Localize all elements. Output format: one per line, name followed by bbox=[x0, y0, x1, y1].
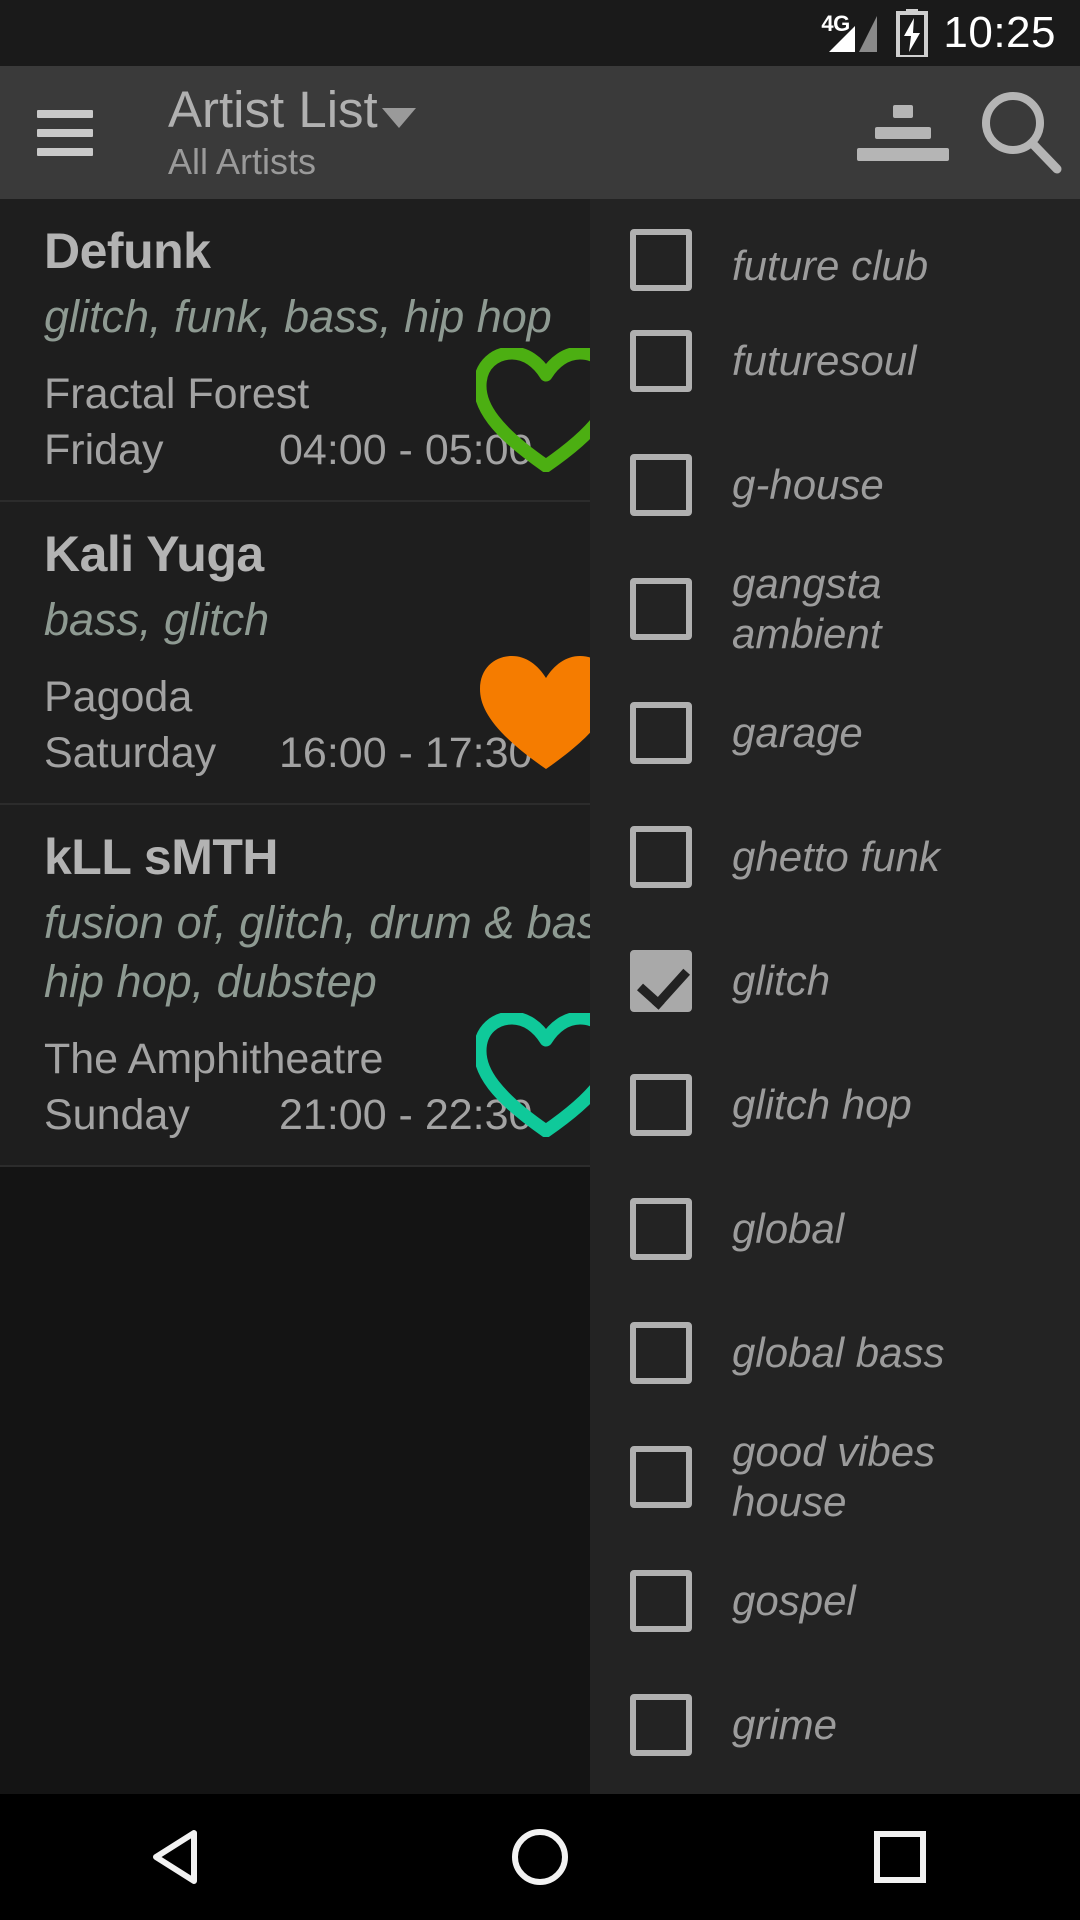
genre-label: ghetto funk bbox=[732, 833, 940, 880]
hamburger-line bbox=[37, 109, 93, 118]
phone-screen: 4G 10:25 Artist List All Artists Defunk … bbox=[0, 0, 1080, 1920]
genre-filter-item[interactable]: future club bbox=[590, 199, 1080, 299]
genre-filter-item[interactable]: global bass bbox=[590, 1291, 1080, 1415]
genre-filter-item[interactable]: g-house bbox=[590, 423, 1080, 547]
circle-home-icon bbox=[512, 1829, 568, 1885]
genre-checkbox[interactable] bbox=[630, 950, 692, 1012]
genre-checkbox[interactable] bbox=[630, 1570, 692, 1632]
battery-charging-icon bbox=[895, 9, 929, 59]
genre-filter-item[interactable]: global bbox=[590, 1167, 1080, 1291]
genre-checkbox[interactable] bbox=[630, 826, 692, 888]
genre-checkbox[interactable] bbox=[630, 1694, 692, 1756]
artist-show-row: Pagoda Saturday 16:00 - 17:30 bbox=[44, 656, 676, 781]
genre-label: glitch hop bbox=[732, 1081, 912, 1128]
filter-line-mid bbox=[875, 126, 931, 139]
genre-label: futuresoul bbox=[732, 337, 917, 384]
genre-checkbox[interactable] bbox=[630, 702, 692, 764]
artist-name: Kali Yuga bbox=[44, 526, 264, 582]
app-bar-title-block[interactable]: Artist List All Artists bbox=[120, 80, 844, 184]
title-row[interactable]: Artist List bbox=[168, 80, 844, 138]
square-recents-icon bbox=[874, 1831, 926, 1883]
page-subtitle: All Artists bbox=[168, 140, 317, 182]
status-bar: 4G 10:25 bbox=[0, 0, 1080, 66]
artist-show-row: Fractal Forest Friday 04:00 - 05:00 bbox=[44, 348, 676, 478]
genre-checkbox[interactable] bbox=[630, 330, 692, 392]
genre-checkbox[interactable] bbox=[630, 1074, 692, 1136]
genre-filter-item[interactable]: gospel bbox=[590, 1539, 1080, 1663]
app-bar: Artist List All Artists bbox=[0, 66, 1080, 199]
hamburger-line bbox=[37, 147, 93, 156]
genre-label: g-house bbox=[732, 461, 884, 508]
genre-label: gospel bbox=[732, 1577, 856, 1624]
artist-name: kLL sMTH bbox=[44, 829, 279, 885]
genre-checkbox[interactable] bbox=[630, 229, 692, 291]
genre-checkbox[interactable] bbox=[630, 1446, 692, 1508]
artist-show-row: The Amphitheatre Sunday 21:00 - 22:30 bbox=[44, 1013, 676, 1143]
artist-genres: bass, glitch bbox=[44, 594, 270, 645]
genre-filter-item-glitch[interactable]: glitch bbox=[590, 919, 1080, 1043]
genre-checkbox[interactable] bbox=[630, 578, 692, 640]
genre-filter-item[interactable]: ghetto funk bbox=[590, 795, 1080, 919]
hamburger-line bbox=[37, 128, 93, 137]
filter-line-long bbox=[857, 147, 949, 161]
signal-bars-icon: 4G bbox=[821, 9, 881, 57]
genre-filter-item[interactable]: futuresoul bbox=[590, 299, 1080, 423]
schedule-day: Friday bbox=[44, 426, 164, 474]
genre-label: global bbox=[732, 1205, 845, 1252]
genre-checkbox[interactable] bbox=[630, 1322, 692, 1384]
hamburger-menu-icon[interactable] bbox=[0, 66, 120, 199]
android-navigation-bar bbox=[0, 1794, 1080, 1920]
triangle-back-icon bbox=[153, 1830, 197, 1884]
genre-label: global bass bbox=[732, 1329, 945, 1376]
artist-genres: glitch, funk, bass, hip hop bbox=[44, 291, 552, 342]
genre-filter-item[interactable]: grime bbox=[590, 1663, 1080, 1787]
genre-filter-item[interactable]: gangsta ambient bbox=[590, 547, 1080, 671]
search-button[interactable] bbox=[962, 66, 1080, 199]
page-title: Artist List bbox=[168, 80, 378, 138]
artist-name: Defunk bbox=[44, 223, 211, 279]
genre-filter-drawer[interactable]: future club futuresoul g-house gangsta a… bbox=[590, 199, 1080, 1794]
nav-back-button[interactable] bbox=[80, 1794, 280, 1920]
nav-recents-button[interactable] bbox=[800, 1794, 1000, 1920]
genre-filter-item[interactable]: glitch hop bbox=[590, 1043, 1080, 1167]
genre-checkbox[interactable] bbox=[630, 1198, 692, 1260]
chevron-down-icon[interactable] bbox=[381, 107, 416, 128]
schedule-day: Sunday bbox=[44, 1091, 190, 1139]
genre-label: glitch bbox=[732, 957, 831, 1004]
genre-label: grime bbox=[732, 1701, 838, 1748]
genre-label: gangsta ambient bbox=[732, 560, 882, 657]
search-icon bbox=[982, 91, 1062, 173]
artist-genres: fusion of, glitch, drum & bass, hip hop,… bbox=[44, 897, 635, 1007]
genre-filter-item[interactable]: good vibes house bbox=[590, 1415, 1080, 1539]
filter-line-short bbox=[893, 104, 913, 118]
genre-filter-item[interactable]: garage bbox=[590, 671, 1080, 795]
schedule-day: Saturday bbox=[44, 729, 217, 777]
signal-triangle-shape bbox=[829, 16, 878, 52]
nav-home-button[interactable] bbox=[440, 1794, 640, 1920]
genre-label: future club bbox=[732, 242, 929, 289]
status-bar-right-cluster: 4G 10:25 bbox=[821, 8, 1056, 59]
genre-label: garage bbox=[732, 709, 863, 756]
filter-sort-icon bbox=[857, 104, 949, 161]
genre-label: good vibes house bbox=[732, 1428, 936, 1525]
genre-checkbox[interactable] bbox=[630, 454, 692, 516]
filter-sort-button[interactable] bbox=[844, 66, 962, 199]
status-bar-clock: 10:25 bbox=[943, 8, 1056, 57]
